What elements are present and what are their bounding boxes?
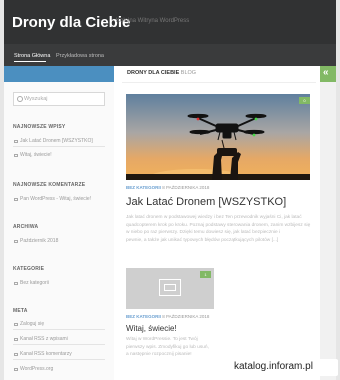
widget-heading-recent-comments: NAJNOWSZE KOMENTARZE	[13, 182, 86, 188]
bullet-icon	[14, 139, 18, 143]
comment-icon	[14, 197, 18, 201]
breadcrumb-section: BLOG	[180, 70, 197, 76]
sidebar-header-bar	[4, 66, 114, 82]
recent-post-link[interactable]: Jak Latać Dronem [WSZYSTKO]	[20, 138, 93, 144]
watermark: katalog.inforam.pl	[234, 361, 313, 372]
post-meta: BEZ KATEGORII 8 PAŹDZIERNIKA 2018	[126, 185, 209, 190]
breadcrumb-site[interactable]: DRONY DLA CIEBIE	[127, 70, 179, 76]
divider	[13, 329, 105, 330]
search-placeholder: Wyszukaj	[24, 95, 48, 102]
excerpt-line: pierwszy wpis. Zmodyfikuj go lub usuń,	[126, 344, 209, 350]
search-icon	[17, 96, 23, 102]
bullet-icon	[14, 337, 18, 341]
meta-wordpress-link[interactable]: WordPress.org	[20, 366, 53, 372]
nav-active-indicator	[14, 61, 46, 62]
widget-heading-categories: KATEGORIE	[13, 266, 45, 272]
meta-rss-comments-link[interactable]: Kanał RSS komentarzy	[20, 351, 72, 357]
recent-comment-link[interactable]: Pan WordPress - Witaj, świecie!	[20, 196, 91, 202]
widget-heading-meta: META	[13, 308, 28, 314]
bullet-icon	[14, 322, 18, 326]
double-chevron-left-icon[interactable]: «	[323, 67, 329, 78]
post-title-link[interactable]: Jak Latać Dronem [WSZYSTKO]	[126, 196, 286, 208]
bullet-icon	[14, 281, 18, 285]
post-excerpt: Witaj w WordPressie. To jest Twój pierws…	[126, 336, 209, 359]
post-meta: BEZ KATEGORII 8 PAŹDZIERNIKA 2018	[126, 314, 209, 319]
post-title-link[interactable]: Witaj, świecie!	[126, 324, 177, 333]
category-link[interactable]: Bez kategorii	[20, 280, 49, 286]
divider	[122, 82, 316, 83]
post-category-link[interactable]: BEZ KATEGORII	[126, 185, 161, 190]
main-nav	[4, 44, 336, 66]
image-placeholder-inner	[164, 284, 176, 291]
meta-login-link[interactable]: Zaloguj się	[20, 321, 44, 327]
bullet-icon	[14, 352, 18, 356]
excerpt-line: w niebo po raz pierwszy. Dzięki temu dow…	[126, 230, 281, 235]
drone-sunset-image	[126, 94, 310, 180]
recent-post-link[interactable]: Witaj, świecie!	[20, 152, 52, 158]
post-excerpt: Jak latać dronem w podstawowej wiedzy i …	[126, 214, 310, 244]
right-sidebar-collapsed	[320, 82, 336, 380]
widget-heading-recent-posts: NAJNOWSZE WPISY	[13, 124, 66, 130]
excerpt-line: pewnie, a także jak unikać typowych błęd…	[126, 237, 279, 243]
meta-rss-posts-link[interactable]: Kanał RSS z wpisami	[20, 336, 68, 342]
divider	[13, 146, 105, 147]
nav-item-sample-page[interactable]: Przykładowa strona	[56, 53, 104, 59]
bullet-icon	[14, 153, 18, 157]
excerpt-line: a następnie rozpocznij pisanie!	[126, 352, 192, 357]
comment-count-badge[interactable]: 1	[200, 271, 211, 278]
breadcrumb: DRONY DLA CIEBIE BLOG	[127, 70, 196, 76]
post-category-link[interactable]: BEZ KATEGORII	[126, 314, 161, 319]
excerpt-line: Jak latać dronem w podstawowej wiedzy i …	[126, 215, 302, 220]
site-tagline: Kolejna Witryna WordPress	[116, 18, 190, 24]
excerpt-line: quadcopterem krok po kroku. Poznaj podst…	[126, 222, 311, 228]
post-featured-image[interactable]	[126, 94, 310, 180]
widget-heading-archives: ARCHIWA	[13, 224, 39, 230]
bullet-icon	[14, 239, 18, 243]
post-date: 8 PAŹDZIERNIKA 2018	[162, 314, 210, 319]
site-title[interactable]: Drony dla Ciebie	[12, 14, 130, 31]
divider	[13, 344, 105, 345]
page: Drony dla Ciebie Kolejna Witryna WordPre…	[0, 0, 340, 380]
comment-count-badge[interactable]: 0	[299, 97, 310, 104]
excerpt-line: Witaj w WordPressie. To jest Twój	[126, 337, 198, 342]
archive-link[interactable]: Październik 2018	[20, 238, 58, 244]
nav-item-home[interactable]: Strona Główna	[14, 53, 50, 59]
divider	[13, 359, 105, 360]
bullet-icon	[14, 367, 18, 371]
post-date: 8 PAŹDZIERNIKA 2018	[162, 185, 210, 190]
